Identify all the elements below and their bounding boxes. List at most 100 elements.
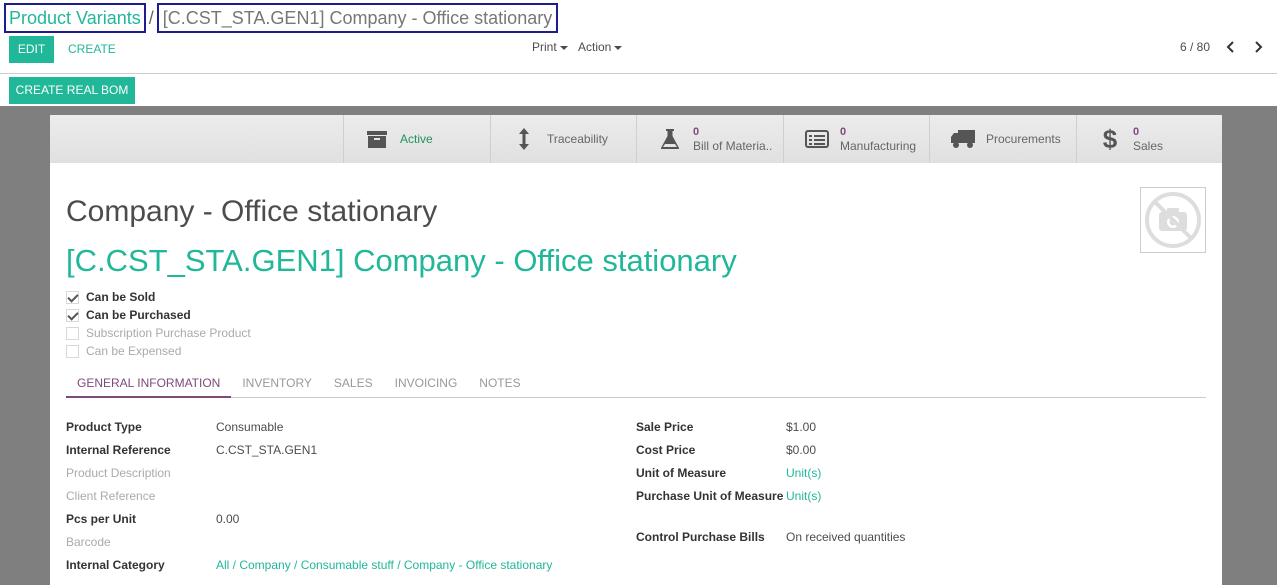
internal-reference-value: C.CST_STA.GEN1 <box>216 443 318 457</box>
stat-label: Active <box>400 132 433 146</box>
product-type-value: Consumable <box>216 420 284 434</box>
field-row: Internal Category All / Company / Consum… <box>66 556 552 579</box>
breadcrumb-product-variants-link[interactable]: Product Variants <box>4 3 146 33</box>
truck-icon <box>948 129 978 149</box>
field-row: Control Purchase Bills On received quant… <box>636 528 905 551</box>
manufacturing-button[interactable]: 0 Manufacturing <box>783 115 930 163</box>
traceability-button[interactable]: Traceability <box>490 115 637 163</box>
field-row: Pcs per Unit 0.00 <box>66 510 552 533</box>
tab-general-information[interactable]: GENERAL INFORMATION <box>66 371 232 398</box>
field-label: Product Type <box>66 420 142 434</box>
field-row: Barcode <box>66 533 552 556</box>
field-row: Sale Price $1.00 <box>636 418 905 441</box>
field-label: Cost Price <box>636 443 696 457</box>
can-be-purchased-row: Can be Purchased <box>66 306 251 324</box>
field-label: Barcode <box>66 535 111 549</box>
stat-label: Traceability <box>547 132 608 146</box>
stat-label: Sales <box>1133 139 1164 153</box>
product-name: Company - Office stationary <box>66 195 438 228</box>
field-row: Product Type Consumable <box>66 418 552 441</box>
smart-button-bar: Active Traceability 0 Bill of Materia.. … <box>50 115 1222 163</box>
stat-label: Manufacturing <box>840 139 917 153</box>
print-dropdown-label: Print <box>532 40 557 54</box>
camera-off-icon <box>1145 192 1201 248</box>
field-row: Cost Price $0.00 <box>636 441 905 464</box>
field-label: Internal Reference <box>66 443 171 457</box>
archive-icon <box>362 129 392 149</box>
product-image[interactable] <box>1140 187 1206 253</box>
can-be-purchased-label: Can be Purchased <box>86 308 191 322</box>
breadcrumb-current: [C.CST_STA.GEN1] Company - Office statio… <box>156 3 559 33</box>
cost-price-value: $0.00 <box>786 443 817 457</box>
sales-button[interactable]: $ 0 Sales <box>1076 115 1223 163</box>
internal-category-link[interactable]: All / Company / Consumable stuff / Compa… <box>216 556 552 579</box>
sale-price-value: $1.00 <box>786 420 817 434</box>
stat-count: 0 <box>693 126 700 138</box>
pager-next-button[interactable] <box>1250 38 1266 56</box>
field-label: Sale Price <box>636 420 694 434</box>
caret-down-icon <box>614 45 623 50</box>
active-toggle-button[interactable]: Active <box>343 115 490 163</box>
stat-count: 0 <box>840 126 847 138</box>
flask-icon <box>655 128 685 150</box>
subscription-purchase-label: Subscription Purchase Product <box>86 326 251 340</box>
subscription-purchase-checkbox[interactable] <box>66 326 79 340</box>
dollar-icon: $ <box>1102 123 1118 154</box>
field-label: Unit of Measure <box>636 466 727 480</box>
breadcrumb: Product Variants / [C.CST_STA.GEN1] Comp… <box>4 3 559 33</box>
can-be-expensed-label: Can be Expensed <box>86 344 182 358</box>
tab-invoicing[interactable]: INVOICING <box>384 371 469 398</box>
can-be-expensed-checkbox[interactable] <box>66 344 79 358</box>
product-variant-name: [C.CST_STA.GEN1] Company - Office statio… <box>66 243 737 278</box>
field-label: Purchase Unit of Measure <box>636 489 784 503</box>
can-be-sold-checkbox[interactable] <box>66 290 79 304</box>
bill-of-materials-button[interactable]: 0 Bill of Materia.. <box>636 115 783 163</box>
control-purchase-bills-value: On received quantities <box>786 530 906 544</box>
field-label: Control Purchase Bills <box>636 530 765 544</box>
arrows-vertical-icon <box>509 127 539 151</box>
product-flags: Can be Sold Can be Purchased Subscriptio… <box>66 288 251 360</box>
form-tabs: GENERAL INFORMATION INVENTORY SALES INVO… <box>66 371 1206 398</box>
stat-label: Procurements <box>986 132 1061 146</box>
pcs-per-unit-value: 0.00 <box>216 512 240 526</box>
general-info-left: Product Type Consumable Internal Referen… <box>66 418 552 579</box>
can-be-purchased-checkbox[interactable] <box>66 308 79 322</box>
subscription-purchase-row: Subscription Purchase Product <box>66 324 251 342</box>
can-be-sold-label: Can be Sold <box>86 290 156 304</box>
field-row: Purchase Unit of Measure Unit(s) <box>636 487 905 528</box>
pager-previous-button[interactable] <box>1223 38 1239 56</box>
edit-button[interactable]: EDIT <box>9 36 54 63</box>
tab-inventory[interactable]: INVENTORY <box>231 371 323 398</box>
field-label: Client Reference <box>66 489 156 503</box>
unit-of-measure-link[interactable]: Unit(s) <box>786 464 821 487</box>
field-label: Pcs per Unit <box>66 512 137 526</box>
field-row: Unit of Measure Unit(s) <box>636 464 905 487</box>
form-sheet: Active Traceability 0 Bill of Materia.. … <box>50 115 1222 585</box>
print-dropdown[interactable]: Print <box>532 40 568 54</box>
stat-label: Bill of Materia.. <box>693 139 773 153</box>
header-divider <box>0 73 1277 74</box>
chevron-right-icon <box>1255 41 1263 53</box>
field-label: Product Description <box>66 466 171 480</box>
field-label: Internal Category <box>66 558 165 572</box>
stat-count: 0 <box>1133 126 1140 138</box>
create-button[interactable]: CREATE <box>68 36 116 63</box>
tab-notes[interactable]: NOTES <box>468 371 531 398</box>
can-be-expensed-row: Can be Expensed <box>66 342 251 360</box>
field-row: Client Reference <box>66 487 552 510</box>
field-row: Internal Reference C.CST_STA.GEN1 <box>66 441 552 464</box>
caret-down-icon <box>559 45 568 50</box>
list-icon <box>802 130 832 148</box>
pager-counter: 6 / 80 <box>1180 40 1211 54</box>
tab-sales[interactable]: SALES <box>323 371 384 398</box>
action-dropdown[interactable]: Action <box>578 40 623 54</box>
breadcrumb-separator: / <box>148 7 154 28</box>
create-real-bom-button[interactable]: CREATE REAL BOM <box>9 77 135 104</box>
purchase-unit-of-measure-link[interactable]: Unit(s) <box>786 487 821 528</box>
can-be-sold-row: Can be Sold <box>66 288 251 306</box>
general-info-right: Sale Price $1.00 Cost Price $0.00 Unit o… <box>636 418 905 551</box>
field-row: Product Description <box>66 464 552 487</box>
chevron-left-icon <box>1226 41 1234 53</box>
procurements-button[interactable]: Procurements <box>929 115 1076 163</box>
action-dropdown-label: Action <box>578 40 612 54</box>
